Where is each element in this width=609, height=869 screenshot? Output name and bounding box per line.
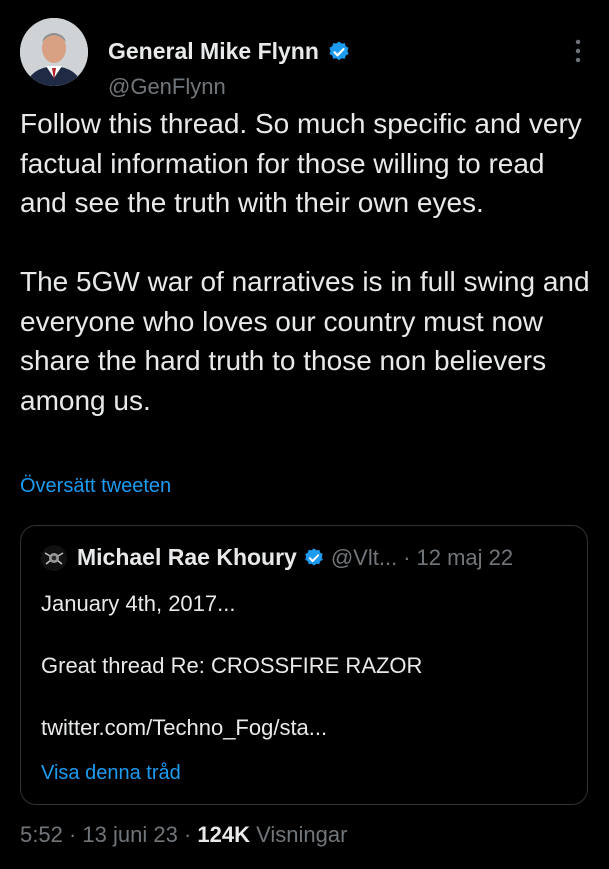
- separator-dot: ·: [68, 822, 77, 847]
- verified-badge-icon: [305, 547, 323, 566]
- quoted-text-line: [41, 619, 571, 650]
- quoted-author-handle: @Vlt...: [330, 544, 398, 570]
- tweet-date[interactable]: 13 juni 23: [82, 822, 177, 847]
- quoted-link-text[interactable]: twitter.com/Techno_Fog/sta...: [41, 712, 571, 743]
- tweet-header: General Mike Flynn @GenFlynn: [20, 18, 589, 99]
- quoted-tweet-date: 12 maj 22: [416, 544, 514, 570]
- quoted-text-line: Great thread Re: CROSSFIRE RAZOR: [41, 653, 423, 678]
- quoted-tweet-card[interactable]: Michael Rae Khoury @Vlt... · 12 maj 22 J…: [20, 525, 588, 805]
- separator-dot: ·: [403, 544, 411, 570]
- author-name-row[interactable]: General Mike Flynn: [108, 38, 351, 65]
- quoted-tweet-header: Michael Rae Khoury @Vlt... · 12 maj 22: [41, 544, 513, 571]
- translate-tweet-link[interactable]: Översätt tweeten: [20, 475, 171, 498]
- quoted-author-avatar: [41, 544, 67, 571]
- more-options-icon[interactable]: [571, 36, 585, 66]
- tweet-text: Follow this thread. So much specific and…: [20, 108, 590, 416]
- views-label[interactable]: Visningar: [256, 822, 347, 847]
- show-thread-link[interactable]: Visa denna tråd: [41, 762, 181, 785]
- verified-badge-icon: [329, 41, 349, 60]
- author-avatar[interactable]: [20, 18, 88, 86]
- tweet-meta: 5:52 · 13 juni 23 · 124K Visningar: [20, 822, 347, 848]
- views-count[interactable]: 124K: [197, 822, 250, 847]
- quoted-author-name: Michael Rae Khoury: [77, 544, 297, 570]
- quoted-tweet-text: January 4th, 2017... Great thread Re: CR…: [41, 588, 571, 743]
- separator-dot: ·: [183, 822, 192, 847]
- author-handle[interactable]: @GenFlynn: [108, 74, 226, 100]
- author-name[interactable]: General Mike Flynn: [108, 38, 319, 65]
- quoted-text-line: January 4th, 2017...: [41, 591, 236, 616]
- tweet-time[interactable]: 5:52: [20, 822, 63, 847]
- quoted-text-line: [41, 681, 571, 712]
